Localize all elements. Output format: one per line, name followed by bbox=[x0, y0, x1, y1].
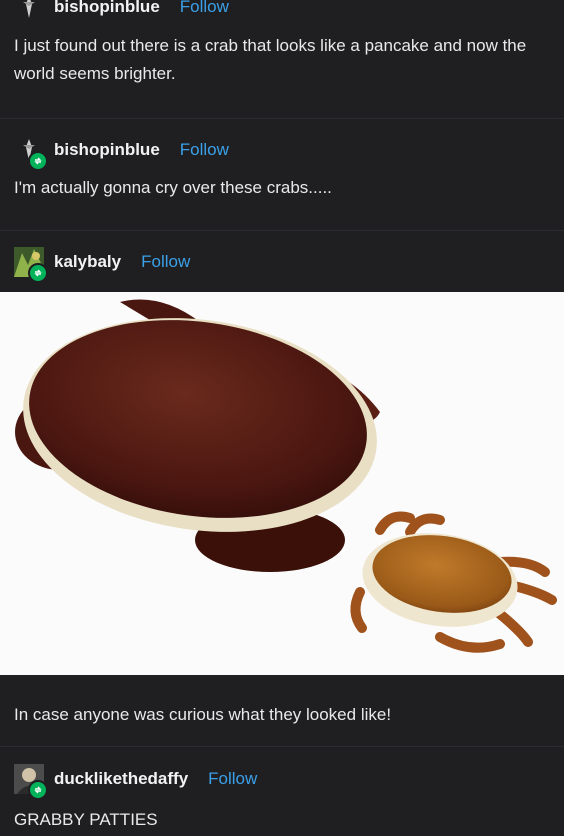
post-4: ducklikethedaffy Follow GRABBY PATTIES bbox=[0, 764, 564, 834]
follow-button[interactable]: Follow bbox=[180, 0, 229, 17]
post-3-header: kalybaly Follow bbox=[0, 247, 564, 283]
reblog-icon bbox=[28, 263, 48, 283]
post-4-header: ducklikethedaffy Follow bbox=[0, 764, 564, 800]
post-text: I'm actually gonna cry over these crabs.… bbox=[14, 178, 332, 197]
follow-button[interactable]: Follow bbox=[208, 769, 257, 789]
username[interactable]: ducklikethedaffy bbox=[54, 769, 188, 789]
post-3: kalybaly Follow bbox=[0, 247, 564, 283]
avatar[interactable] bbox=[14, 0, 44, 22]
follow-button[interactable]: Follow bbox=[180, 140, 229, 160]
crab-photo bbox=[0, 292, 564, 675]
post-text: GRABBY PATTIES bbox=[14, 810, 158, 829]
bishopinblue-avatar-icon bbox=[23, 0, 35, 18]
divider bbox=[0, 230, 564, 231]
reblog-icon bbox=[28, 780, 48, 800]
post-2-header: bishopinblue Follow bbox=[0, 135, 564, 171]
username[interactable]: kalybaly bbox=[54, 252, 121, 272]
username[interactable]: bishopinblue bbox=[54, 140, 160, 160]
post-caption: In case anyone was curious what they loo… bbox=[14, 705, 392, 724]
avatar[interactable] bbox=[14, 764, 48, 800]
post-1-header: bishopinblue Follow bbox=[0, 0, 564, 22]
reblog-icon bbox=[28, 151, 48, 171]
avatar[interactable] bbox=[14, 135, 48, 171]
post-2: bishopinblue Follow I'm actually gonna c… bbox=[0, 135, 564, 202]
username[interactable]: bishopinblue bbox=[54, 0, 160, 17]
divider bbox=[0, 746, 564, 747]
divider bbox=[0, 118, 564, 119]
avatar[interactable] bbox=[14, 247, 48, 283]
follow-button[interactable]: Follow bbox=[141, 252, 190, 272]
post-1: bishopinblue Follow I just found out the… bbox=[0, 0, 564, 88]
post-text: I just found out there is a crab that lo… bbox=[14, 36, 527, 83]
